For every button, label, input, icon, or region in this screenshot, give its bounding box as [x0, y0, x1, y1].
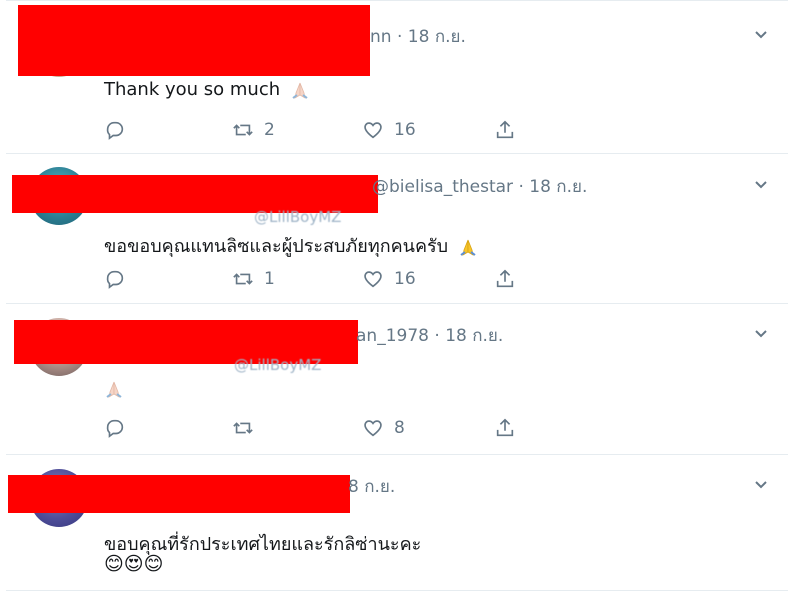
retweet-icon: [233, 273, 253, 285]
tweet[interactable]: 8 ก.ย. ขอบคุณที่รักประเทศไทยและรักลิซ่าน…: [6, 455, 788, 591]
tweet[interactable]: @bielisa_thestar · 18 ก.ย. @LillBoyMZ ขอ…: [6, 153, 788, 304]
tweet[interactable]: an_1978 · 18 ก.ย. @LillBoyMZ 8: [6, 304, 788, 455]
share-icon: [496, 418, 514, 437]
separator: ·: [396, 27, 403, 47]
tweet-meta: @bielisa_thestar · 18 ก.ย.: [372, 173, 587, 200]
separator: ·: [434, 326, 440, 346]
timestamp[interactable]: 8 ก.ย.: [348, 477, 395, 497]
like-button[interactable]: 16: [362, 266, 416, 292]
tweet-text: [104, 378, 124, 399]
emoji-line: 😊😍😊: [104, 553, 164, 575]
share-button[interactable]: [494, 117, 516, 143]
reply-to-hint[interactable]: @LillBoyMZ: [254, 208, 341, 226]
handle[interactable]: an_1978: [356, 326, 429, 346]
share-icon: [496, 269, 514, 288]
heart-icon: [364, 420, 382, 437]
heart-icon: [364, 122, 382, 139]
like-button[interactable]: 16: [362, 117, 416, 143]
reply-button[interactable]: [104, 117, 136, 143]
retweet-button[interactable]: [232, 415, 264, 441]
like-button[interactable]: 8: [362, 415, 405, 441]
tweet-text: ขอขอบคุณแทนลิซและผู้ประสบภัยทุกคนครับ: [104, 231, 478, 260]
timestamp[interactable]: 18 ก.ย.: [445, 326, 503, 346]
pray-emoji-icon: [460, 239, 476, 256]
retweet-button[interactable]: 2: [232, 117, 275, 143]
pray-emoji-icon: [292, 82, 308, 99]
chevron-down-icon[interactable]: [754, 477, 768, 491]
reply-to-hint[interactable]: @LillBoyMZ: [234, 356, 321, 374]
reply-button[interactable]: [104, 266, 136, 292]
handle[interactable]: nn: [370, 27, 392, 47]
timestamp[interactable]: 18 ก.ย.: [408, 27, 466, 47]
redaction-box: [18, 5, 370, 76]
retweet-button[interactable]: 1: [232, 266, 275, 292]
separator: ·: [518, 177, 524, 197]
reply-icon: [106, 121, 124, 140]
chevron-down-icon[interactable]: [754, 177, 768, 191]
pray-emoji-icon: [106, 381, 122, 398]
tweet-meta: an_1978 · 18 ก.ย.: [356, 322, 503, 349]
reply-button[interactable]: [104, 415, 136, 441]
share-button[interactable]: [494, 266, 516, 292]
tweet-actions: 1 16: [104, 266, 534, 292]
heart-icon: [364, 271, 382, 288]
tweet-text: Thank you so much: [104, 79, 310, 100]
reply-icon: [106, 270, 124, 289]
chevron-down-icon[interactable]: [754, 326, 768, 340]
timestamp[interactable]: 18 ก.ย.: [529, 177, 587, 197]
chevron-down-icon[interactable]: [754, 27, 768, 41]
retweet-icon: [233, 422, 253, 434]
redaction-box: [8, 475, 350, 513]
handle[interactable]: @bielisa_thestar: [372, 177, 513, 197]
retweet-icon: [233, 124, 253, 136]
reply-icon: [106, 419, 124, 438]
tweet-meta: nn · 18 ก.ย.: [370, 23, 466, 50]
tweet-actions: 2 16: [104, 117, 534, 143]
tweet-meta: 8 ก.ย.: [348, 473, 395, 500]
tweet[interactable]: nn · 18 ก.ย. Thank you so much 2 16: [6, 0, 788, 154]
tweet-actions: 8: [104, 415, 534, 441]
share-icon: [496, 120, 514, 139]
share-button[interactable]: [494, 415, 516, 441]
